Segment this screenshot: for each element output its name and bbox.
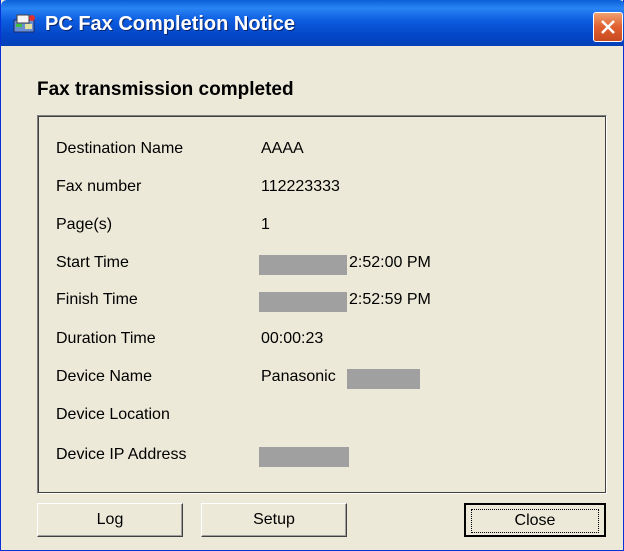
detail-label: Duration Time	[56, 330, 156, 347]
redacted-block	[259, 292, 347, 312]
redacted-block	[347, 369, 420, 389]
detail-label: Finish Time	[56, 291, 138, 308]
pc-fax-completion-dialog: PC Fax Completion Notice Fax transmissio…	[0, 0, 624, 551]
redacted-block	[259, 255, 347, 275]
detail-value: 2:52:59 PM	[349, 291, 431, 308]
detail-value: Panasonic	[261, 368, 336, 385]
status-heading: Fax transmission completed	[37, 79, 294, 100]
detail-value: 2:52:00 PM	[349, 254, 431, 271]
detail-label: Device Name	[56, 368, 153, 385]
close-window-button[interactable]	[593, 12, 623, 42]
detail-label: Start Time	[56, 254, 129, 271]
redacted-block	[259, 447, 349, 467]
close-button-label: Close	[471, 509, 599, 533]
detail-label: Fax number	[56, 178, 142, 195]
details-panel: Destination Name AAAA Fax number 1122233…	[37, 115, 607, 494]
close-icon	[601, 20, 615, 34]
detail-value: 112223333	[261, 178, 340, 195]
detail-label: Device IP Address	[56, 446, 187, 463]
detail-label: Device Location	[56, 406, 170, 423]
detail-value: AAAA	[261, 140, 304, 157]
window-title: PC Fax Completion Notice	[45, 13, 296, 35]
close-button[interactable]: Close	[464, 503, 606, 537]
title-bar[interactable]: PC Fax Completion Notice	[1, 0, 624, 46]
detail-value: 00:00:23	[261, 330, 324, 347]
detail-value: 1	[261, 216, 270, 233]
detail-label: Page(s)	[56, 216, 113, 233]
setup-button[interactable]: Setup	[201, 503, 347, 537]
log-button[interactable]: Log	[37, 503, 183, 537]
detail-label: Destination Name	[56, 140, 184, 157]
fax-app-icon	[13, 14, 35, 33]
